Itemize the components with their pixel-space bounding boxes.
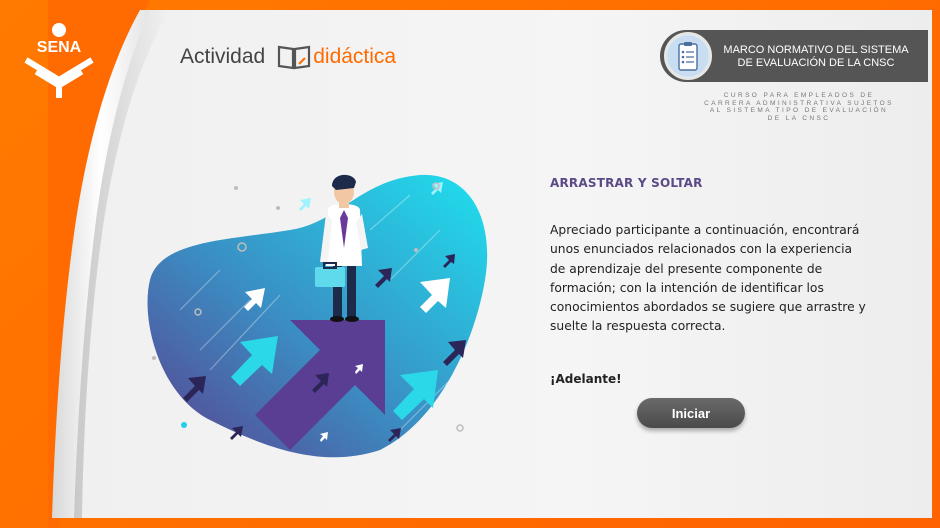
brand-didactica: didáctica — [313, 45, 397, 68]
course-subtitle-line-2: CARRERA ADMINISTRATIVA SUJETOS — [704, 99, 894, 107]
growth-illustration — [147, 174, 488, 458]
start-button[interactable]: Iniciar — [637, 398, 745, 428]
book-icon — [278, 45, 311, 70]
course-subtitle: CURSO PARA EMPLEADOS DE CARRERA ADMINIST… — [684, 92, 914, 122]
logo-text: SENA — [37, 39, 82, 56]
course-subtitle-line-4: DE LA CNSC — [767, 114, 831, 122]
app-stage: SENA Actividad didáctica MARCO NORMATIVO — [0, 0, 940, 528]
course-subtitle-line-3: AL SISTEMA TIPO DE EVALUACIÓN — [709, 107, 889, 114]
clipboard-icon — [667, 35, 709, 77]
brand-actividad: Actividad — [180, 45, 266, 68]
sena-logo-icon: SENA — [24, 23, 94, 98]
course-title-line-2: DE EVALUACIÓN DE LA CNSC — [737, 57, 895, 69]
cta-text: ¡Adelante! — [550, 372, 622, 386]
activity-description: Apreciado participante a continuación, e… — [550, 223, 866, 334]
course-badge — [664, 32, 712, 80]
activity-brand: Actividad didáctica — [180, 44, 396, 70]
course-title-line-1: MARCO NORMATIVO DEL SISTEMA — [723, 44, 909, 56]
course-subtitle-line-1: CURSO PARA EMPLEADOS DE — [723, 92, 875, 99]
course-title: MARCO NORMATIVO DEL SISTEMA DE EVALUACIÓ… — [716, 44, 916, 70]
activity-heading: ARRASTRAR Y SOLTAR — [550, 176, 703, 190]
